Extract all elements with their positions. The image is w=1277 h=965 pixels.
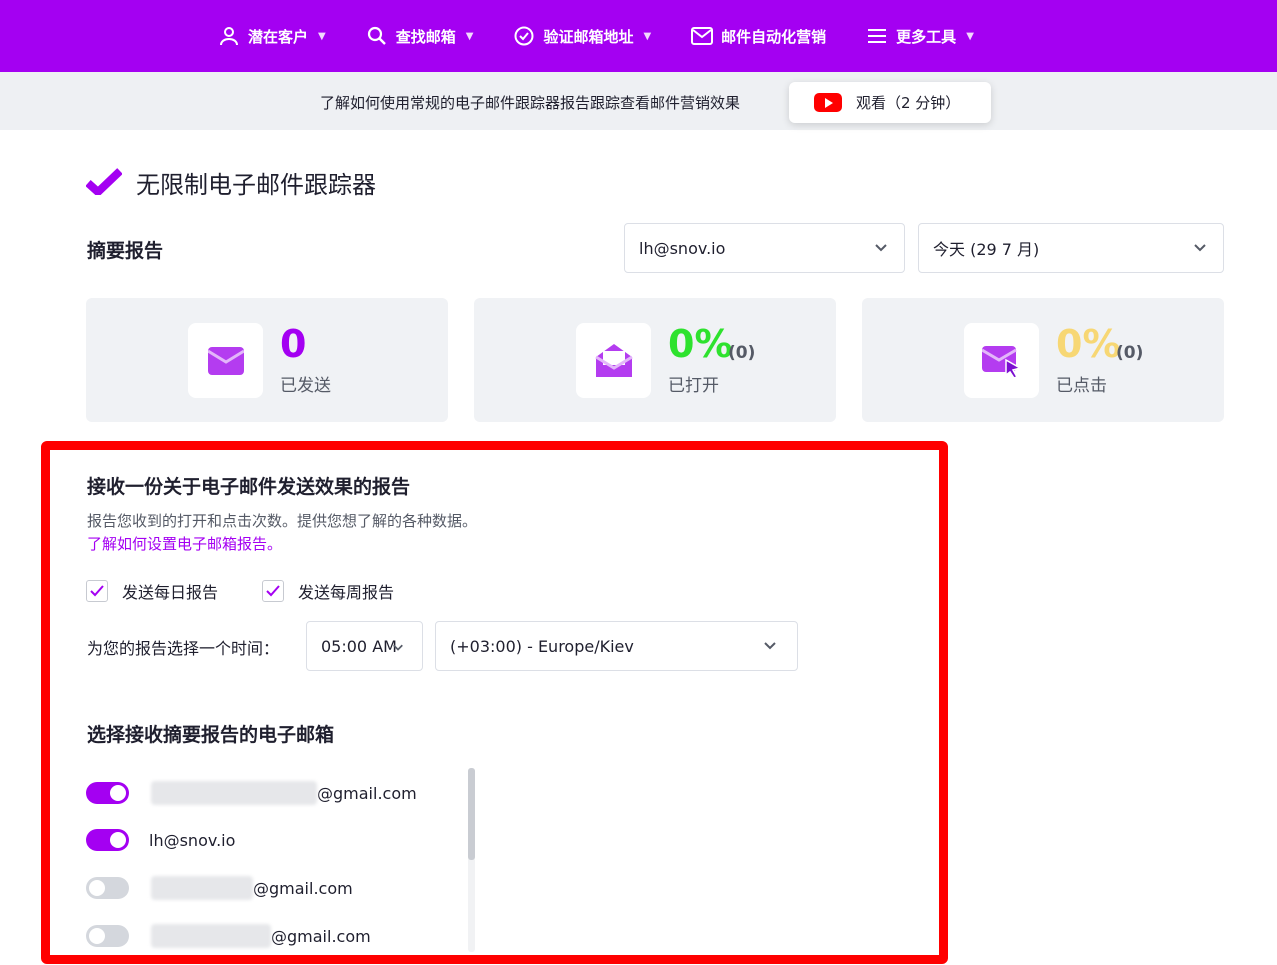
watch-video-button[interactable]: 观看（2 分钟） [789,82,991,123]
recipient-email: @gmail.com [317,783,417,803]
redacted-email-local-part [151,876,253,900]
nav-email-verifier[interactable]: 验证邮箱地址 ▼ [513,0,651,72]
checkmark-logo-icon [85,167,123,199]
redacted-email-local-part [151,924,271,948]
chevron-down-icon: ▼ [643,30,652,42]
timezone-select[interactable]: (+03:00) - Europe/Kiev [435,621,798,671]
toggle-knob [110,785,126,801]
watch-video-label: 观看（2 分钟） [856,94,961,112]
checkbox-checked-icon[interactable] [86,580,108,602]
envelope-icon [188,323,263,398]
nav-email-automation[interactable]: 邮件自动化营销 [691,0,826,72]
toggle-knob [110,832,126,848]
email-recipients-heading: 选择接收摘要报告的电子邮箱 [87,724,335,746]
page-header: 无限制电子邮件跟踪器 [85,165,376,200]
stat-card-opened: 0% (0) 已打开 [474,298,836,422]
recipient-toggle[interactable] [86,782,129,804]
sent-value: 0 [280,322,307,366]
youtube-icon [814,93,842,112]
open-envelope-icon [576,323,651,398]
nav-more-tools-label: 更多工具 [896,27,957,46]
nav-more-tools[interactable]: 更多工具 ▼ [866,0,974,72]
summary-report-heading: 摘要报告 [87,240,164,262]
menu-icon [866,25,888,47]
chevron-down-icon: ▼ [966,30,974,42]
nav-email-finder[interactable]: 查找邮箱 ▼ [366,0,474,72]
chevron-down-icon [1194,244,1206,252]
stat-card-sent: 0 已发送 [86,298,448,422]
date-select[interactable]: 今天 (29 7 月) [918,223,1224,273]
opened-label: 已打开 [668,376,719,396]
top-navigation: 潜在客户 ▼ 查找邮箱 ▼ 验证邮箱地址 ▼ 邮件自动化营销 更多工具 ▼ [0,0,1277,72]
email-recipient-row: @gmail.com [86,781,417,805]
clicked-value: 0% [1056,322,1121,366]
report-time-value: 05:00 AM [321,636,397,656]
nav-email-verifier-label: 验证邮箱地址 [543,27,634,46]
report-heading: 接收一份关于电子邮件发送效果的报告 [87,476,411,498]
report-setup-link[interactable]: 了解如何设置电子邮箱报告。 [87,533,282,554]
report-time-select[interactable]: 05:00 AM [306,621,423,671]
user-icon [218,25,240,47]
nav-email-automation-label: 邮件自动化营销 [721,27,827,46]
clicked-count: (0) [1116,343,1144,363]
promo-bar: 了解如何使用常规的电子邮件跟踪器报告跟踪查看邮件营销效果 [0,72,1277,130]
recipient-email: @gmail.com [271,926,371,946]
chevron-down-icon: ▼ [318,30,326,42]
chevron-down-icon: ▼ [465,30,474,42]
opened-count: (0) [728,343,756,363]
email-recipient-row: lh@snov.io [86,829,235,851]
report-time-label: 为您的报告选择一个时间： [87,639,280,658]
nav-leads-label: 潜在客户 [248,27,309,46]
account-select[interactable]: lh@snov.io [624,223,905,273]
mail-icon [691,25,714,47]
sent-label: 已发送 [280,376,331,396]
opened-value: 0% [668,322,733,366]
recipient-email: @gmail.com [253,878,353,898]
recipient-toggle[interactable] [86,877,129,899]
search-icon [366,25,388,47]
weekly-report-checkbox[interactable]: 发送每周报告 [262,579,394,603]
redacted-email-local-part [151,781,317,805]
stat-card-clicked: 0% (0) 已点击 [862,298,1224,422]
chevron-down-icon [875,244,887,252]
report-description: 报告您收到的打开和点击次数。提供您想了解的各种数据。 [87,512,478,530]
toggle-knob [89,880,105,896]
email-recipient-row: @gmail.com [86,876,353,900]
daily-report-label: 发送每日报告 [122,583,219,602]
nav-leads[interactable]: 潜在客户 ▼ [218,0,326,72]
email-list-scrollbar-thumb[interactable] [468,768,475,860]
page-title: 无限制电子邮件跟踪器 [136,171,376,199]
envelope-click-icon [964,323,1039,398]
chevron-down-icon [764,642,776,650]
check-circle-icon [513,25,535,47]
recipient-toggle[interactable] [86,829,129,851]
nav-email-finder-label: 查找邮箱 [395,27,456,46]
chevron-down-icon [393,644,403,651]
weekly-report-label: 发送每周报告 [298,583,395,602]
promo-text: 了解如何使用常规的电子邮件跟踪器报告跟踪查看邮件营销效果 [320,94,741,112]
recipient-toggle[interactable] [86,925,129,947]
checkbox-checked-icon[interactable] [262,580,284,602]
account-select-value: lh@snov.io [639,238,726,258]
recipient-email: lh@snov.io [149,830,236,850]
daily-report-checkbox[interactable]: 发送每日报告 [86,579,218,603]
clicked-label: 已点击 [1056,376,1107,396]
date-select-value: 今天 (29 7 月) [933,240,1040,259]
toggle-knob [89,928,105,944]
email-recipient-row: @gmail.com [86,924,371,948]
timezone-value: (+03:00) - Europe/Kiev [450,636,634,656]
